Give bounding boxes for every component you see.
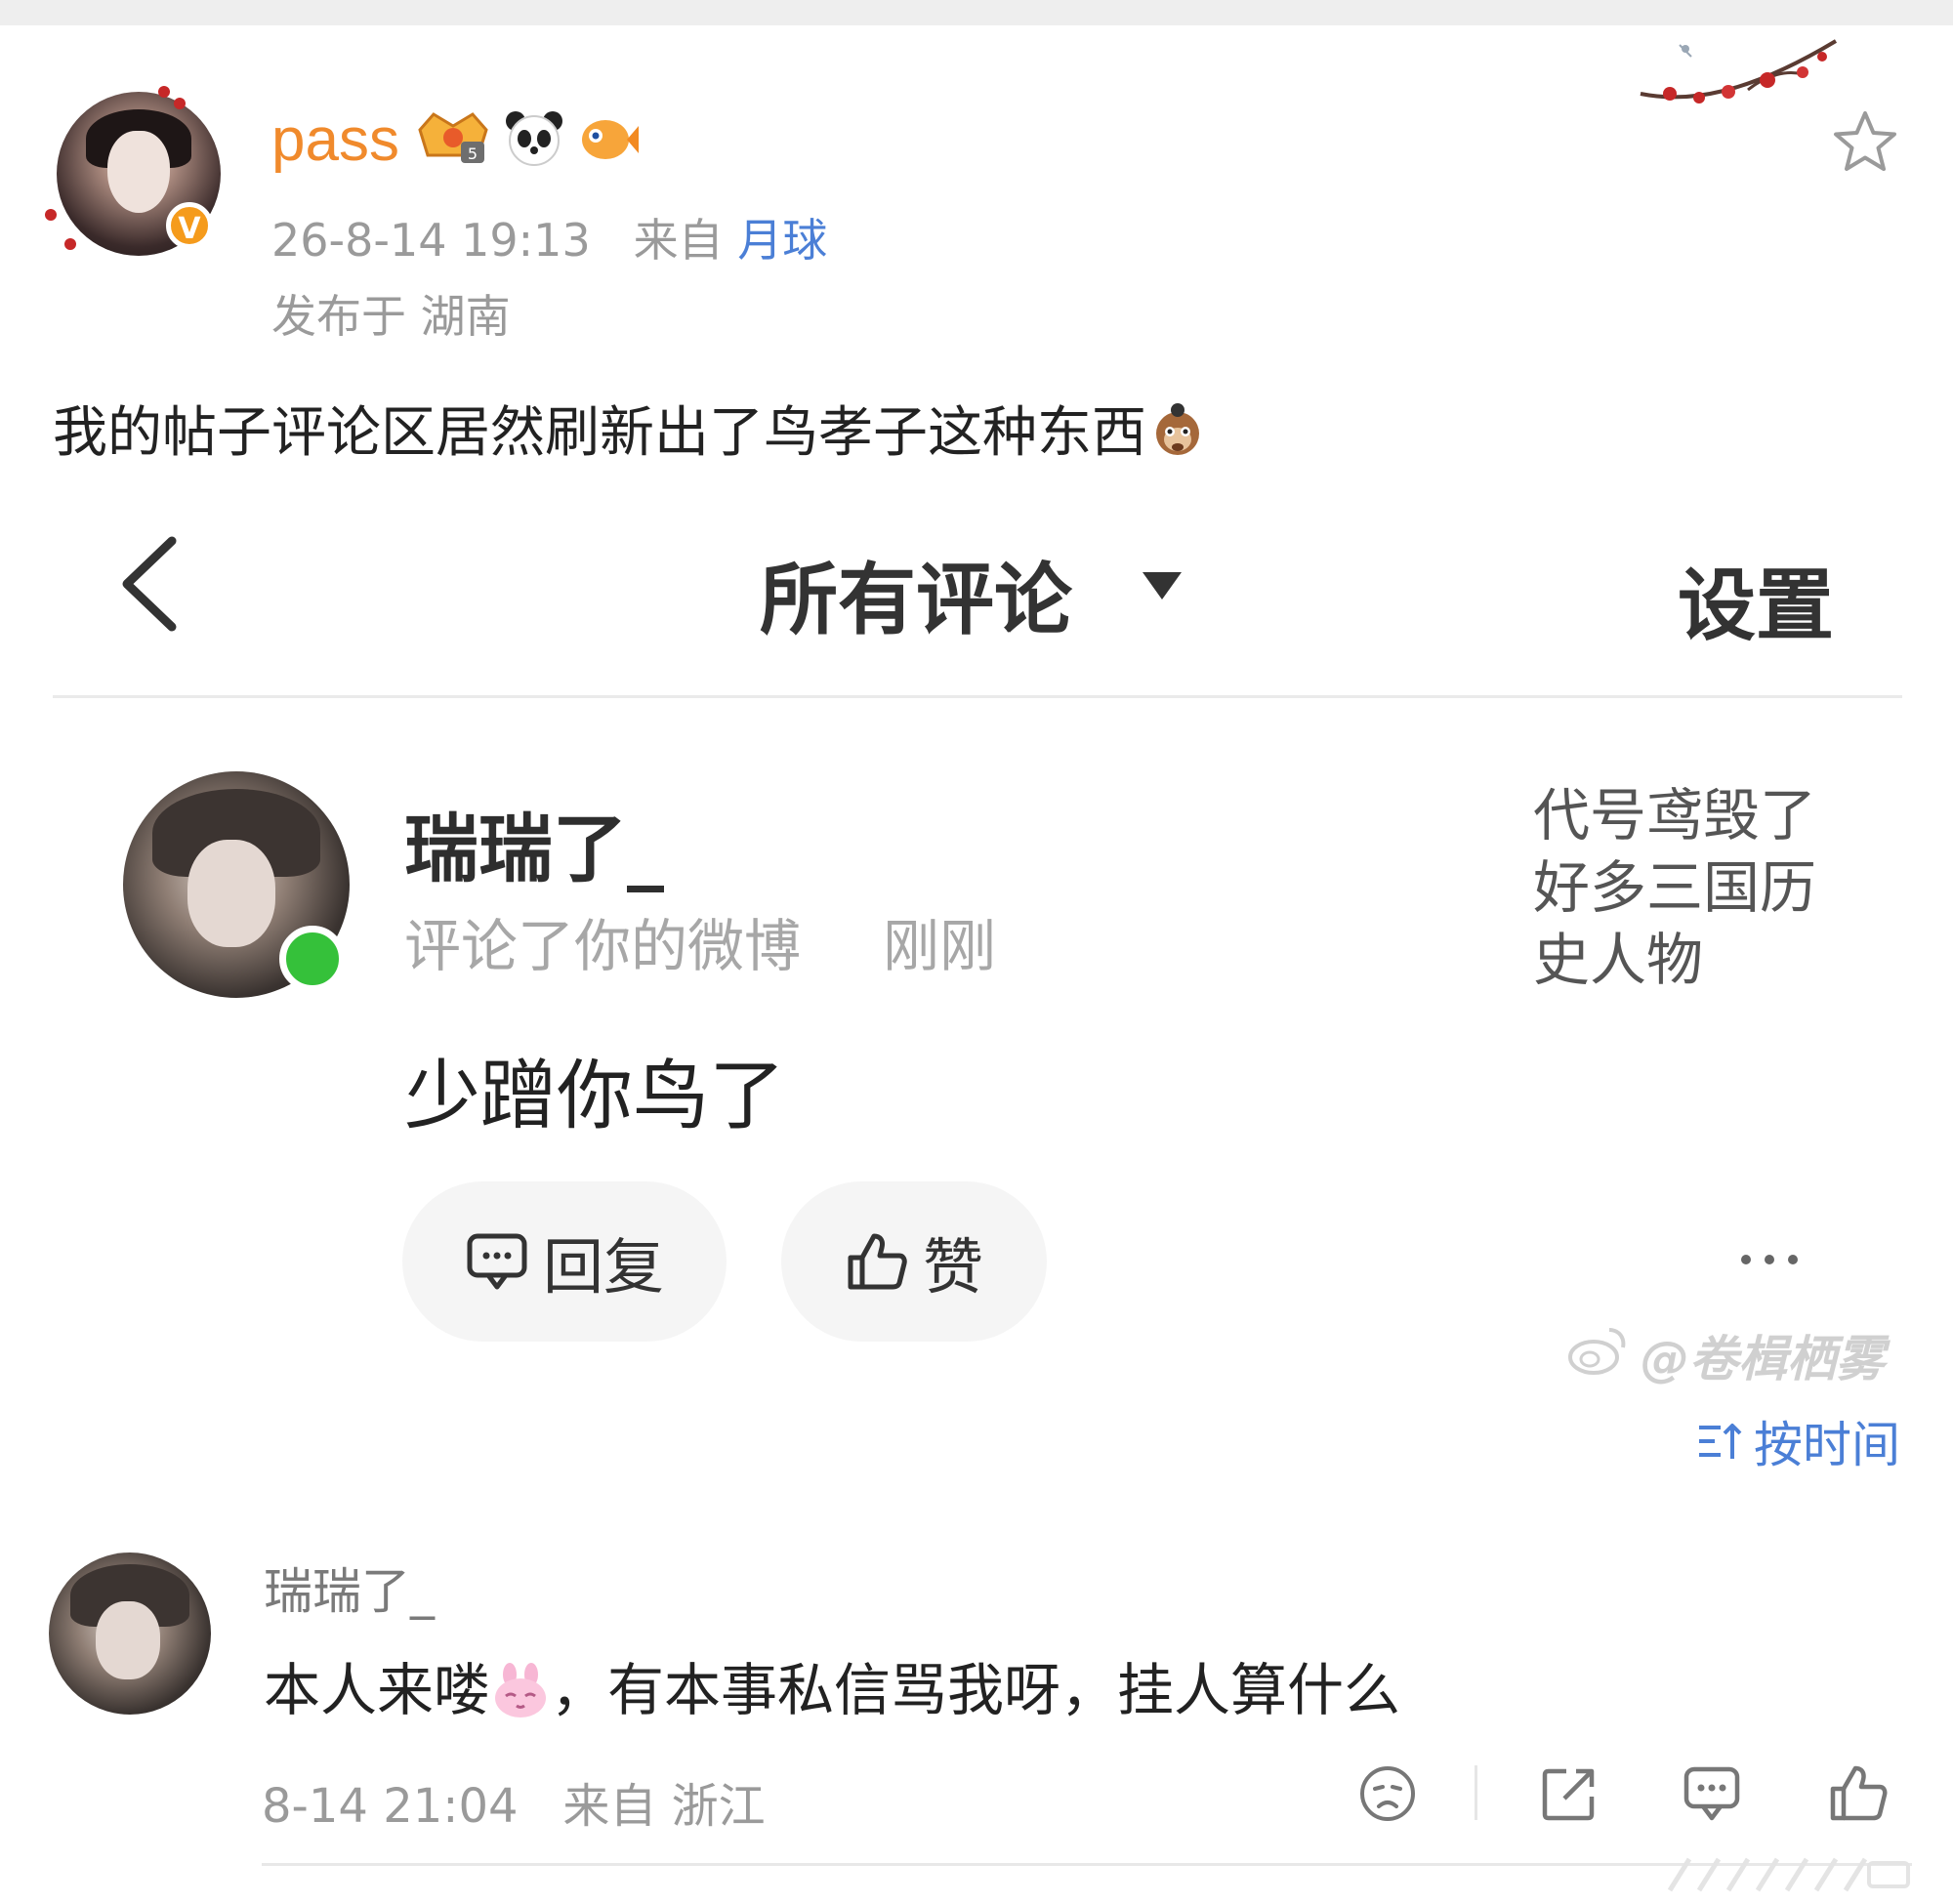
verified-badge: V xyxy=(166,202,213,249)
plum-branch-decoration xyxy=(1640,39,1838,103)
post-body: 我的帖子评论区居然刷新出了鸟孝子这种东西 xyxy=(53,389,1205,468)
plum-blossom-icon xyxy=(158,86,170,98)
reply-meta: 8-14 21:04 来自 浙江 xyxy=(262,1767,766,1836)
online-status-dot xyxy=(279,926,346,992)
favorite-star-icon[interactable] xyxy=(1830,107,1900,178)
reply-date: 8-14 21:04 xyxy=(262,1779,519,1834)
divider xyxy=(53,695,1902,698)
post-meta: 26-8-14 19:13 来自 月球 xyxy=(271,205,827,269)
weibo-logo-icon xyxy=(1568,1328,1626,1375)
status-bar-strip xyxy=(0,0,1953,25)
share-icon[interactable] xyxy=(1539,1763,1600,1824)
post-text: 我的帖子评论区居然刷新出了鸟孝子这种东西 xyxy=(53,401,1146,465)
like-button[interactable]: 赞 xyxy=(781,1181,1047,1342)
reaction-emoji-icon[interactable] xyxy=(1357,1763,1418,1824)
from-label: 来自 xyxy=(562,1779,657,1834)
post-date: 26-8-14 19:13 xyxy=(271,214,591,267)
reply-bubble-icon xyxy=(467,1233,527,1290)
comment-time: 刚刚 xyxy=(883,913,997,979)
bunny-face-emoji-icon xyxy=(495,1663,547,1718)
plum-blossom-icon xyxy=(64,238,76,250)
thumbs-up-icon xyxy=(848,1233,907,1290)
corner-watermark-mark xyxy=(1667,1857,1910,1892)
reply-label: 回复 xyxy=(542,1231,664,1303)
dropdown-triangle-icon[interactable] xyxy=(1139,568,1185,603)
sort-by-time-toggle[interactable]: 按时间 xyxy=(1695,1406,1900,1476)
like-label: 赞 xyxy=(922,1231,983,1303)
reply-text-start: 本人来喽 xyxy=(264,1657,491,1723)
commenter-name[interactable]: 瑞瑞了_ xyxy=(404,789,664,896)
plum-blossom-icon xyxy=(174,98,186,109)
user-badges: 5 xyxy=(414,103,641,172)
monkey-face-emoji-icon xyxy=(1156,403,1199,455)
crown-badge-icon[interactable]: 5 xyxy=(414,108,492,167)
avatar-face xyxy=(187,840,275,947)
back-arrow-icon[interactable] xyxy=(115,533,184,635)
like-icon[interactable] xyxy=(1828,1763,1889,1824)
watermark-text: @卷楫栖雾 xyxy=(1641,1331,1885,1387)
settings-button[interactable]: 设置 xyxy=(1678,543,1834,656)
comment-icon[interactable] xyxy=(1682,1763,1742,1824)
fish-badge-icon[interactable] xyxy=(576,108,641,167)
from-label: 来自 xyxy=(633,214,724,267)
reply-author-avatar[interactable] xyxy=(49,1552,211,1715)
panda-badge-icon[interactable] xyxy=(504,107,564,168)
sort-order-icon xyxy=(1699,1424,1742,1459)
comment-text: 少蹭你鸟了 xyxy=(404,1053,786,1140)
reply-body: 本人来喽 ，有本事私信骂我呀，挂人算什么 xyxy=(264,1644,1400,1726)
more-options-icon[interactable] xyxy=(1736,1248,1803,1271)
reply-text-end: ，有本事私信骂我呀，挂人算什么 xyxy=(551,1657,1401,1723)
reply-button[interactable]: 回复 xyxy=(402,1181,727,1342)
reply-location: 浙江 xyxy=(671,1779,766,1834)
author-name[interactable]: pass xyxy=(271,105,399,175)
avatar-face xyxy=(107,131,170,213)
svg-text:5: 5 xyxy=(468,145,478,163)
avatar-face xyxy=(96,1601,160,1679)
comments-filter-title[interactable]: 所有评论 xyxy=(760,537,1072,650)
post-location: 发布于 湖南 xyxy=(271,290,511,343)
comment-action-text: 评论了你的微博 xyxy=(404,913,802,979)
action-separator xyxy=(1475,1765,1477,1820)
reply-author-name[interactable]: 瑞瑞了_ xyxy=(264,1552,435,1623)
quoted-post-preview[interactable]: 代号鸢毁了好多三国历史人物 xyxy=(1533,779,1846,996)
plum-blossom-icon xyxy=(45,209,57,221)
sort-by-time-label: 按时间 xyxy=(1754,1417,1900,1473)
post-source-link[interactable]: 月球 xyxy=(737,214,827,267)
